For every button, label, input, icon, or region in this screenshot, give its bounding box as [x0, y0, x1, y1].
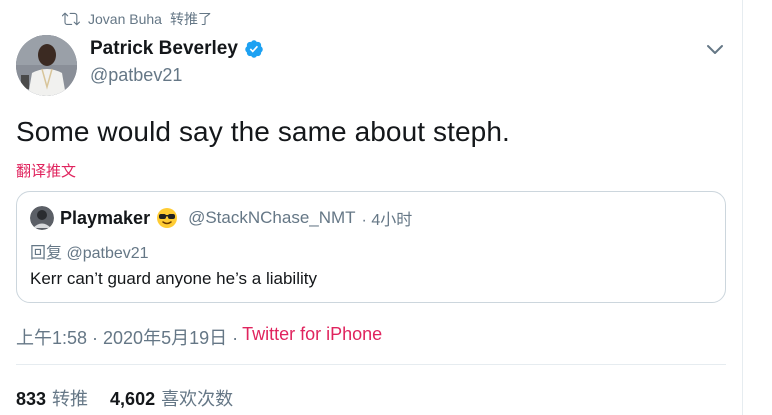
author-handle[interactable]: @patbev21: [90, 65, 182, 86]
author-name-row: Patrick Beverley: [90, 38, 264, 60]
quoted-tweet-card[interactable]: Playmaker @StackNChase_NMT · 4小时 回复 @pat…: [16, 191, 726, 303]
likes-stat[interactable]: 4,602 喜欢次数: [110, 385, 233, 411]
reply-prefix: 回复: [30, 245, 63, 262]
quoted-time: · 4小时: [361, 212, 413, 229]
tweet-source[interactable]: Twitter for iPhone: [242, 324, 382, 350]
quoted-handle: @StackNChase_NMT: [188, 208, 356, 227]
likes-label: 喜欢次数: [161, 389, 234, 409]
retweet-icon: [61, 10, 80, 28]
sunglasses-emoji-icon: [156, 207, 178, 229]
chevron-down-icon[interactable]: [705, 42, 725, 58]
author-display-name[interactable]: Patrick Beverley: [90, 38, 238, 60]
translate-tweet-link[interactable]: 翻译推文: [16, 160, 76, 181]
avatar[interactable]: [16, 35, 77, 96]
tweet-timestamp[interactable]: 上午1:58 · 2020年5月19日 ·: [16, 324, 238, 350]
verified-badge-icon: [244, 39, 264, 59]
retweeter-name[interactable]: Jovan Buha: [88, 11, 162, 27]
quoted-tweet-header: Playmaker @StackNChase_NMT · 4小时: [30, 206, 412, 230]
retweets-stat[interactable]: 833 转推: [16, 385, 88, 411]
tweet-stats: 833 转推 4,602 喜欢次数: [16, 385, 233, 411]
divider: [16, 364, 726, 365]
timeline-border: [742, 0, 743, 415]
tweet-meta: 上午1:58 · 2020年5月19日 · Twitter for iPhone: [16, 324, 382, 350]
retweets-label: 转推: [52, 389, 89, 409]
retweets-count: 833: [16, 389, 47, 409]
reply-to-handle: @patbev21: [66, 245, 149, 262]
retweet-context: Jovan Buha 转推了: [61, 9, 212, 29]
quoted-tweet-text: Kerr can’t guard anyone he’s a liability: [30, 269, 317, 288]
quoted-avatar: [30, 206, 54, 230]
reply-context: 回复 @patbev21: [30, 239, 149, 263]
likes-count: 4,602: [110, 389, 156, 409]
quoted-display-name: Playmaker: [60, 207, 151, 228]
tweet-text: Some would say the same about steph.: [16, 116, 510, 147]
retweet-label: 转推了: [169, 11, 212, 27]
